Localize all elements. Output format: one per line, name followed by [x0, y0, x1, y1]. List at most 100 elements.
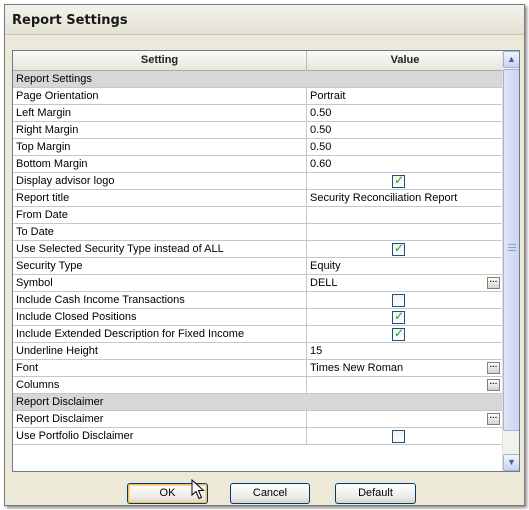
table-row[interactable]: Use Selected Security Type instead of AL… [13, 241, 503, 258]
scroll-thumb[interactable] [503, 69, 519, 431]
setting-value[interactable]: DELL ··· [307, 275, 503, 291]
chevron-up-icon: ▲ [507, 54, 516, 64]
setting-checkbox[interactable]: ✓ [392, 309, 405, 324]
check-icon: ✓ [394, 173, 405, 187]
setting-value[interactable]: 0.50 [307, 105, 503, 121]
setting-value[interactable]: 0.50 [307, 122, 503, 138]
check-icon: ✓ [394, 309, 405, 323]
check-icon: ✓ [394, 326, 405, 340]
setting-name: Left Margin [13, 105, 307, 121]
table-row[interactable]: Right Margin 0.50 [13, 122, 503, 139]
table-row[interactable]: Symbol DELL ··· [13, 275, 503, 292]
table-row[interactable]: From Date [13, 207, 503, 224]
setting-checkbox[interactable]: ✓ [392, 173, 405, 188]
ellipsis-button[interactable]: ··· [487, 413, 500, 425]
ellipsis-button[interactable]: ··· [487, 379, 500, 391]
table-row[interactable]: Underline Height 15 [13, 343, 503, 360]
table-row[interactable]: Include Cash Income Transactions [13, 292, 503, 309]
cancel-button[interactable]: Cancel [230, 483, 310, 504]
report-settings-dialog: Report Settings Setting Value Report Set… [4, 4, 525, 506]
default-button[interactable]: Default [335, 483, 416, 504]
table-row[interactable]: Report title Security Reconciliation Repo… [13, 190, 503, 207]
setting-value[interactable]: ··· [307, 377, 503, 393]
category-label: Report Disclaimer [16, 396, 104, 408]
category-label: Report Settings [16, 73, 92, 85]
value-text: Security Reconciliation Report [310, 192, 458, 204]
setting-value[interactable]: Portrait [307, 88, 503, 104]
setting-value[interactable]: 0.60 [307, 156, 503, 172]
setting-value[interactable]: ✓ [307, 241, 503, 257]
setting-value[interactable]: Times New Roman ··· [307, 360, 503, 376]
mouse-pointer-icon [191, 479, 205, 500]
ellipsis-button[interactable]: ··· [487, 277, 500, 289]
table-row[interactable]: Font Times New Roman ··· [13, 360, 503, 377]
setting-name: Underline Height [13, 343, 307, 359]
setting-value[interactable]: Security Reconciliation Report [307, 190, 503, 206]
table-row[interactable]: Display advisor logo ✓ [13, 173, 503, 190]
setting-name: Bottom Margin [13, 156, 307, 172]
value-text: Equity [310, 260, 341, 272]
setting-checkbox[interactable]: ✓ [392, 241, 405, 256]
table-row[interactable]: Top Margin 0.50 [13, 139, 503, 156]
table-row[interactable]: Security Type Equity [13, 258, 503, 275]
value-text: 0.50 [310, 107, 332, 119]
value-text: 0.50 [310, 141, 332, 153]
table-row[interactable]: Columns ··· [13, 377, 503, 394]
setting-value[interactable] [307, 428, 503, 444]
setting-name: Columns [13, 377, 307, 393]
column-header-value[interactable]: Value [307, 51, 503, 71]
setting-name: Font [13, 360, 307, 376]
dialog-footer: OK Cancel Default [5, 475, 524, 505]
setting-name: Use Selected Security Type instead of AL… [13, 241, 307, 257]
table-row[interactable]: Report Disclaimer ··· [13, 411, 503, 428]
grid-header: Setting Value [13, 51, 503, 71]
ellipsis-button[interactable]: ··· [487, 362, 500, 374]
setting-value[interactable]: ✓ [307, 326, 503, 342]
setting-checkbox[interactable] [392, 430, 405, 443]
vertical-scrollbar[interactable]: ▲ ▼ [502, 51, 519, 471]
grip-icon [508, 244, 516, 253]
setting-name: Display advisor logo [13, 173, 307, 189]
setting-name: Report Disclaimer [13, 411, 307, 427]
setting-name: Page Orientation [13, 88, 307, 104]
table-row[interactable]: Include Closed Positions ✓ [13, 309, 503, 326]
column-header-setting[interactable]: Setting [13, 51, 307, 71]
table-row[interactable]: Left Margin 0.50 [13, 105, 503, 122]
setting-name: Security Type [13, 258, 307, 274]
setting-name: Symbol [13, 275, 307, 291]
table-row[interactable]: Use Portfolio Disclaimer [13, 428, 503, 445]
setting-value[interactable] [307, 207, 503, 223]
setting-value[interactable]: ✓ [307, 173, 503, 189]
setting-name: From Date [13, 207, 307, 223]
setting-name: Right Margin [13, 122, 307, 138]
setting-value[interactable]: ✓ [307, 309, 503, 325]
value-text: 15 [310, 345, 323, 357]
table-row[interactable]: Page Orientation Portrait [13, 88, 503, 105]
table-row[interactable]: Include Extended Description for Fixed I… [13, 326, 503, 343]
value-text: 0.60 [310, 158, 332, 170]
value-text: Portrait [310, 90, 346, 102]
setting-checkbox[interactable] [392, 294, 405, 307]
chevron-down-icon: ▼ [507, 457, 516, 467]
setting-value[interactable] [307, 292, 503, 308]
setting-value[interactable]: ··· [307, 411, 503, 427]
scroll-down-button[interactable]: ▼ [503, 454, 519, 471]
setting-name: To Date [13, 224, 307, 240]
setting-value[interactable] [307, 224, 503, 240]
setting-name: Include Closed Positions [13, 309, 307, 325]
setting-value[interactable]: 15 [307, 343, 503, 359]
setting-name: Include Cash Income Transactions [13, 292, 307, 308]
setting-name: Include Extended Description for Fixed I… [13, 326, 307, 342]
setting-value[interactable]: 0.50 [307, 139, 503, 155]
setting-checkbox[interactable]: ✓ [392, 326, 405, 341]
setting-name: Use Portfolio Disclaimer [13, 428, 307, 444]
setting-name: Top Margin [13, 139, 307, 155]
settings-grid: Setting Value Report Settings Page Orient… [12, 50, 520, 472]
category-row: Report Settings [13, 71, 503, 88]
setting-name: Report title [13, 190, 307, 206]
check-icon: ✓ [394, 241, 405, 255]
table-row[interactable]: Bottom Margin 0.60 [13, 156, 503, 173]
setting-value[interactable]: Equity [307, 258, 503, 274]
scroll-up-button[interactable]: ▲ [503, 51, 519, 68]
table-row[interactable]: To Date [13, 224, 503, 241]
